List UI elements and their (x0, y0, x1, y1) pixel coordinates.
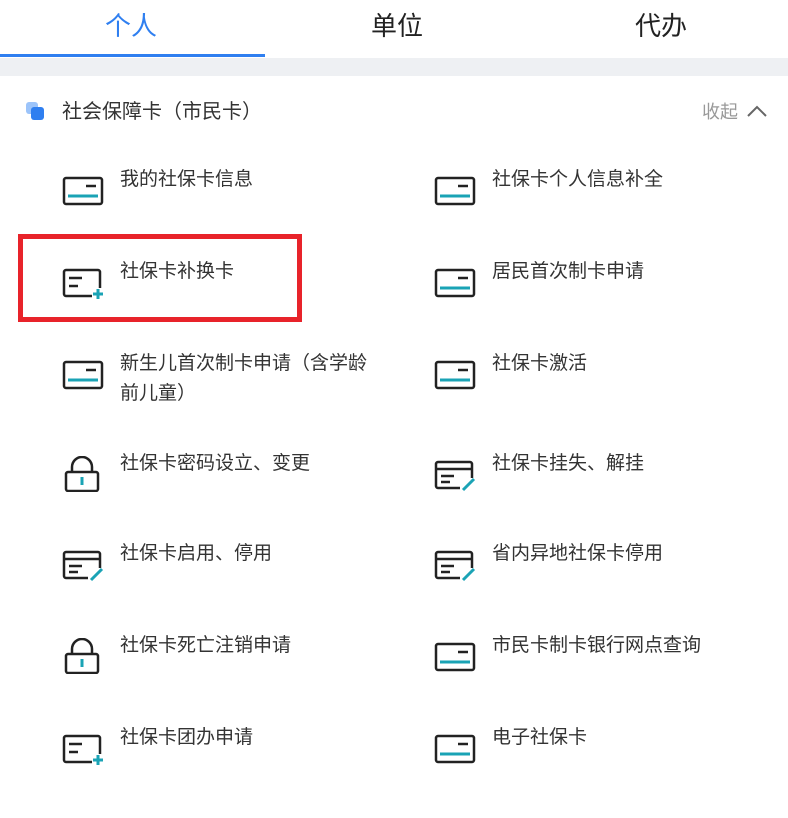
service-label: 居民首次制卡申请 (492, 260, 645, 282)
chevron-up-icon (747, 105, 767, 117)
tab-personal[interactable]: 个人 (0, 0, 262, 58)
service-label: 市民卡制卡银行网点查询 (492, 634, 702, 656)
service-report-loss[interactable]: 社保卡挂失、解挂 (434, 448, 764, 518)
tab-personal-label: 个人 (104, 11, 157, 42)
service-info-completion[interactable]: 社保卡个人信息补全 (434, 164, 764, 234)
card-add-icon (62, 734, 104, 766)
lock-icon (64, 638, 100, 674)
service-death-cancellation[interactable]: 社保卡死亡注销申请 (62, 630, 392, 700)
tab-bar: 个人 单位 代办 (0, 0, 788, 58)
card-icon (434, 268, 476, 298)
service-remote-disable[interactable]: 省内异地社保卡停用 (434, 538, 764, 608)
tab-unit[interactable]: 单位 (266, 0, 528, 58)
service-enable-disable[interactable]: 社保卡启用、停用 (62, 538, 392, 608)
collapse-toggle[interactable]: 收起 (702, 96, 768, 126)
service-my-card-info[interactable]: 我的社保卡信息 (62, 164, 392, 234)
service-label: 社保卡个人信息补全 (492, 168, 664, 190)
card-icon (434, 360, 476, 390)
service-label: 我的社保卡信息 (120, 168, 254, 190)
service-label: 社保卡密码设立、变更 (120, 452, 311, 474)
highlight-annotation (18, 234, 302, 322)
service-password-setup[interactable]: 社保卡密码设立、变更 (62, 448, 392, 518)
service-label: 省内异地社保卡停用 (492, 542, 664, 564)
card-icon (434, 642, 476, 672)
card-icon (434, 734, 476, 764)
tab-proxy[interactable]: 代办 (530, 0, 788, 58)
service-card-activation[interactable]: 社保卡激活 (434, 348, 764, 418)
service-label: 电子社保卡 (492, 726, 588, 748)
service-first-card-newborn[interactable]: 新生儿首次制卡申请（含学龄前儿童） (62, 348, 392, 418)
service-label: 社保卡激活 (492, 352, 588, 374)
service-group-application[interactable]: 社保卡团办申请 (62, 722, 392, 792)
service-label: 社保卡死亡注销申请 (120, 634, 292, 656)
card-edit-icon (434, 550, 476, 582)
tab-unit-label: 单位 (370, 11, 423, 42)
collapse-label: 收起 (702, 102, 738, 123)
service-label: 新生儿首次制卡申请（含学龄前儿童） (120, 352, 368, 404)
card-icon (434, 176, 476, 206)
service-label: 社保卡启用、停用 (120, 542, 273, 564)
lock-icon (64, 456, 100, 492)
service-label: 社保卡挂失、解挂 (492, 452, 645, 474)
service-panel: 社会保障卡（市民卡） 收起 我的社保卡信息 社保卡个人信息补全 社保卡补换卡 居… (0, 76, 788, 818)
service-electronic-card[interactable]: 电子社保卡 (434, 722, 764, 792)
card-edit-icon (434, 460, 476, 492)
section-header: 社会保障卡（市民卡） 收起 (0, 90, 788, 132)
section-title: 社会保障卡（市民卡） (62, 99, 262, 123)
card-icon (62, 176, 104, 206)
service-label: 社保卡团办申请 (120, 726, 254, 748)
service-bank-branch-query[interactable]: 市民卡制卡银行网点查询 (434, 630, 764, 700)
copy-icon (26, 102, 44, 120)
active-tab-indicator (0, 54, 265, 57)
card-icon (62, 360, 104, 390)
section-divider (0, 58, 788, 76)
tab-proxy-label: 代办 (634, 11, 687, 42)
card-edit-icon (62, 550, 104, 582)
service-first-card-resident[interactable]: 居民首次制卡申请 (434, 256, 764, 326)
